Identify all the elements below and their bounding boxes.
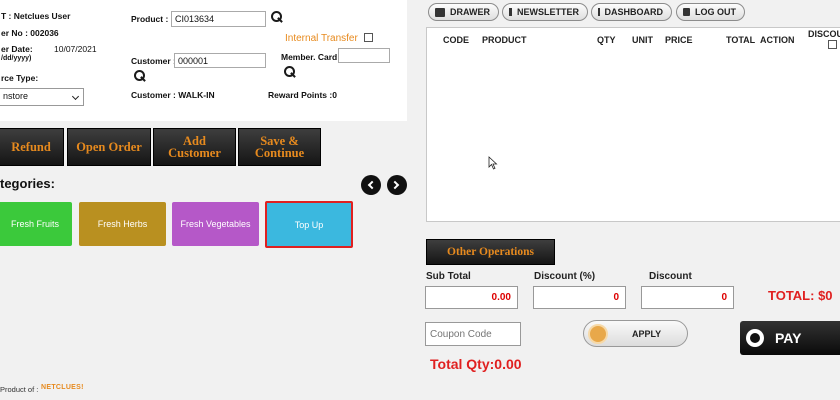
order-number: er No : 002036 [1,28,59,38]
col-unit: UNIT [632,35,653,45]
col-price: PRICE [665,35,693,45]
reward-points: Reward Points :0 [268,90,337,100]
prev-category-button[interactable] [361,175,381,195]
sub-total-label: Sub Total [426,271,471,282]
sub-total-input[interactable]: 0.00 [425,286,518,309]
category-fresh-fruits[interactable]: Fresh Fruits [0,202,72,246]
footer-product-of: Product of : [0,385,39,394]
member-card-input[interactable] [338,48,390,63]
category-label: Fresh Herbs [97,219,148,229]
col-product: PRODUCT [482,35,527,45]
pay-label: PAY [775,330,802,346]
col-total: TOTAL [726,35,756,45]
user-label: T : Netclues User [1,11,71,21]
refund-label: Refund [11,140,51,154]
open-order-label: Open Order [76,140,142,154]
order-date-value: 10/07/2021 [54,44,97,54]
col-action: ACTION [760,35,795,45]
member-card-search-icon[interactable] [283,65,296,78]
drawer-label: DRAWER [450,7,490,17]
categories-heading: tegories: [0,176,55,191]
chevron-left-icon [367,180,377,190]
cart-table [426,27,840,222]
chevron-right-icon [390,180,400,190]
order-date-label: er Date: [1,44,33,54]
category-fresh-vegetables[interactable]: Fresh Vegetables [172,202,259,246]
source-type-value: nstore [3,91,29,101]
category-label: Fresh Vegetables [180,219,251,229]
logout-button[interactable]: LOG OUT [676,3,745,21]
category-label: Top Up [294,219,324,230]
category-fresh-herbs[interactable]: Fresh Herbs [79,202,166,246]
col-code: CODE [443,35,470,45]
newsletter-button[interactable]: NEWSLETTER [502,3,588,21]
next-category-button[interactable] [387,175,407,195]
product-input[interactable]: CI013634 [171,11,266,27]
select-all-checkbox[interactable] [828,40,837,49]
customer-search-icon[interactable] [133,69,146,82]
discount-label: Discount [649,271,692,282]
add-customer-button[interactable]: Add Customer [153,128,236,166]
newsletter-label: NEWSLETTER [517,7,579,17]
unlock-icon [683,8,690,16]
source-type-label: rce Type: [1,73,39,83]
cursor-icon [488,156,498,170]
internal-transfer-label: Internal Transfer [285,33,358,44]
member-card-label: Member. Card: [281,52,341,62]
discount-pct-label: Discount (%) [534,271,596,282]
drawer-button[interactable]: DRAWER [428,3,499,21]
apply-label: APPLY [632,329,662,339]
product-label: Product : [131,14,169,24]
coin-icon [746,329,764,347]
apply-coupon-button[interactable]: APPLY [583,320,688,347]
source-type-select[interactable]: nstore [0,88,84,106]
coupon-code-input[interactable] [425,322,521,346]
customer-input[interactable]: 000001 [174,53,266,68]
total-amount: TOTAL: $0 [768,288,833,303]
dashboard-button[interactable]: DASHBOARD [591,3,672,21]
discount-input[interactable]: 0 [641,286,734,309]
drawer-icon [435,7,445,17]
other-operations-label: Other Operations [447,246,534,258]
logout-label: LOG OUT [695,7,736,17]
netclues-logo: NETCLUES! [41,384,84,391]
dashboard-icon [598,8,600,16]
total-qty: Total Qty:0.00 [430,356,522,372]
dashboard-label: DASHBOARD [604,7,664,17]
col-discount: DISCOU [808,29,840,39]
coupon-icon [588,324,608,344]
add-customer-label-line2: Customer [168,146,221,160]
newsletter-icon [509,8,512,16]
pay-button[interactable]: PAY [740,321,840,355]
chevron-down-icon [71,92,80,101]
category-top-up[interactable]: Top Up [265,201,353,248]
save-continue-label-line2: Continue [254,146,305,160]
col-qty: QTY [597,35,616,45]
category-label: Fresh Fruits [10,219,59,229]
date-format-hint: /dd/yyyy) [1,55,32,62]
internal-transfer-checkbox[interactable] [364,33,373,42]
product-search-icon[interactable] [270,10,283,23]
other-operations-button[interactable]: Other Operations [426,239,555,265]
save-continue-button[interactable]: Save & Continue [238,128,321,166]
refund-button[interactable]: Refund [0,128,64,166]
customer-label: Customer : [131,56,176,66]
customer-name: Customer : WALK-IN [131,90,215,100]
open-order-button[interactable]: Open Order [67,128,151,166]
discount-pct-input[interactable]: 0 [533,286,626,309]
